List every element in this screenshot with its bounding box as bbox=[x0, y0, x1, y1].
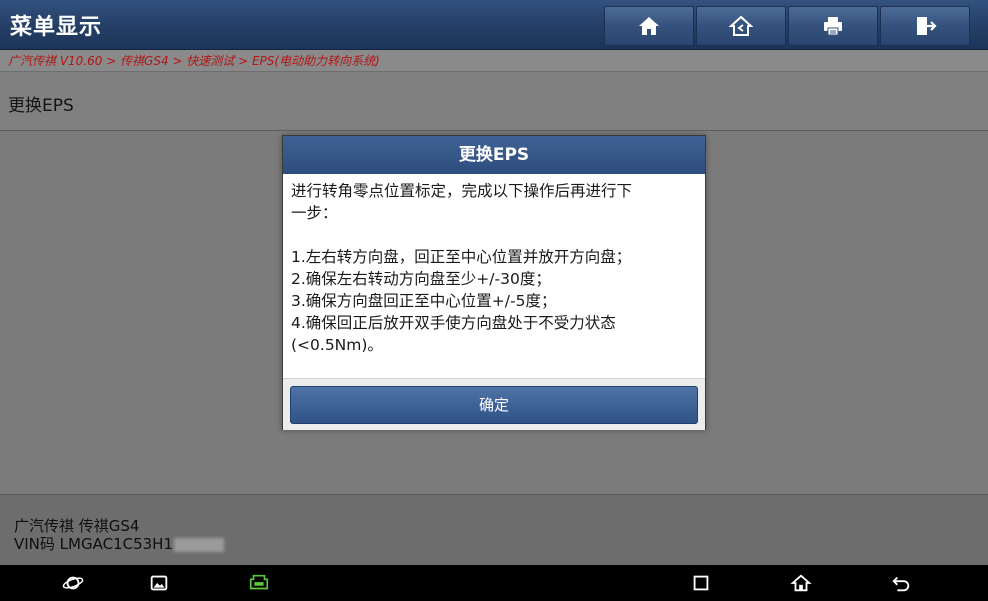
replace-eps-dialog: 更换EPS 进行转角零点位置标定，完成以下操作后再进行下 一步： 1.左右转方向… bbox=[282, 135, 706, 430]
system-nav-bar bbox=[0, 565, 988, 601]
gallery-button[interactable] bbox=[146, 571, 172, 595]
dialog-intro-line: 一步： bbox=[291, 204, 338, 222]
dialog-spacer bbox=[291, 224, 697, 246]
system-home-button[interactable] bbox=[788, 571, 814, 595]
vci-button[interactable] bbox=[246, 571, 272, 595]
back-home-icon bbox=[729, 15, 753, 36]
home-icon bbox=[639, 17, 659, 35]
recents-button[interactable] bbox=[688, 571, 714, 595]
vehicle-vin: VIN码 LMGAC1C53H1 bbox=[14, 535, 173, 553]
print-button[interactable] bbox=[788, 6, 878, 46]
browser-button[interactable] bbox=[60, 571, 86, 595]
system-back-button[interactable] bbox=[888, 571, 914, 595]
section-title: 更换EPS bbox=[8, 96, 74, 116]
exit-button[interactable] bbox=[880, 6, 970, 46]
back-home-button[interactable] bbox=[696, 6, 786, 46]
section-header: 更换EPS bbox=[0, 72, 988, 131]
exit-icon bbox=[917, 17, 937, 35]
dialog-step: 1.左右转方向盘，回正至中心位置并放开方向盘； bbox=[291, 248, 632, 266]
dialog-step: (<0.5Nm)。 bbox=[291, 336, 383, 354]
planet-icon bbox=[62, 576, 84, 590]
page-title: 菜单显示 bbox=[10, 15, 103, 40]
dialog-footer: 确定 bbox=[283, 378, 705, 430]
vin-redaction bbox=[174, 537, 224, 552]
image-icon bbox=[150, 575, 168, 591]
vehicle-info: 广汽传祺 传祺GS4 VIN码 LMGAC1C53H1 bbox=[0, 494, 988, 565]
dialog-step: 3.确保方向盘回正至中心位置+/-5度； bbox=[291, 292, 557, 310]
confirm-button[interactable]: 确定 bbox=[290, 386, 698, 424]
back-arrow-icon bbox=[892, 576, 910, 592]
title-bar: 菜单显示 bbox=[0, 0, 988, 50]
dialog-step: 4.确保回正后放开双手使方向盘处于不受力状态 bbox=[291, 314, 616, 332]
dialog-intro-line: 进行转角零点位置标定，完成以下操作后再进行下 bbox=[291, 182, 633, 200]
breadcrumb: 广汽传祺 V10.60 > 传祺GS4 > 快速测试 > EPS(电动助力转向系… bbox=[0, 50, 988, 72]
dialog-title: 更换EPS bbox=[283, 136, 705, 174]
print-icon bbox=[824, 17, 842, 36]
square-icon bbox=[693, 575, 709, 591]
home-button[interactable] bbox=[604, 6, 694, 46]
vci-icon bbox=[249, 574, 269, 590]
vehicle-vin-row: VIN码 LMGAC1C53H1 bbox=[14, 533, 224, 554]
dialog-step: 2.确保左右转动方向盘至少+/-30度； bbox=[291, 270, 551, 288]
home-outline-icon bbox=[790, 574, 812, 592]
dialog-body: 进行转角零点位置标定，完成以下操作后再进行下 一步： 1.左右转方向盘，回正至中… bbox=[283, 174, 705, 378]
